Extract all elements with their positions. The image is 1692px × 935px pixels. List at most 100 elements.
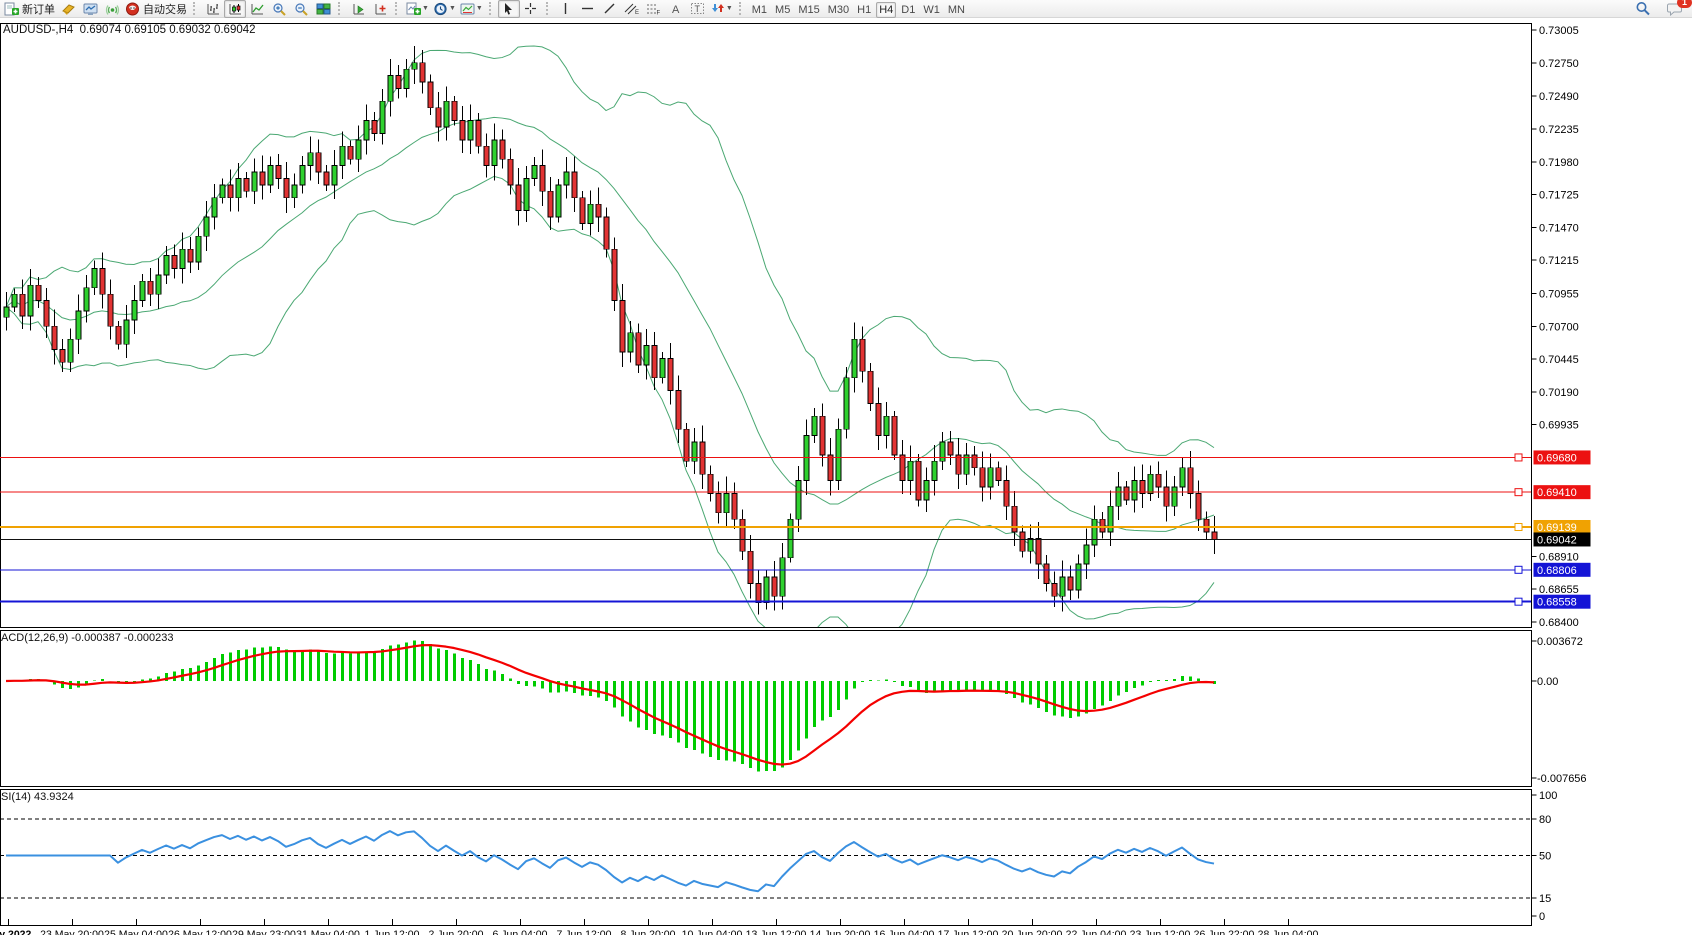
hline-label: 0.69139 bbox=[1537, 522, 1577, 534]
timeframe-button-m5[interactable]: M5 bbox=[772, 2, 793, 18]
candle-body bbox=[292, 185, 297, 198]
candle-body bbox=[988, 468, 993, 487]
timeframe-button-h1[interactable]: H1 bbox=[854, 2, 874, 18]
time-label: 13 Jun 12:00 bbox=[746, 929, 807, 935]
price-tick-label: 0.72235 bbox=[1539, 124, 1579, 136]
bar-chart-button[interactable] bbox=[202, 0, 224, 18]
rsi-scale-label: 100 bbox=[1539, 790, 1557, 802]
notifications-button[interactable]: 1 bbox=[1664, 0, 1686, 18]
zoom-out-button[interactable] bbox=[290, 0, 312, 18]
candle-body bbox=[196, 236, 201, 262]
dropdown-arrow-icon: ▼ bbox=[476, 5, 483, 12]
profiles-button[interactable]: ▼ bbox=[431, 0, 458, 18]
timeframe-button-d1[interactable]: D1 bbox=[898, 2, 918, 18]
candle-body bbox=[844, 378, 849, 429]
chart-canvas[interactable]: 0.730050.727500.724900.722350.719800.717… bbox=[0, 0, 1692, 935]
candle-body bbox=[508, 159, 513, 185]
zoom-in-button[interactable] bbox=[268, 0, 290, 18]
candle-body bbox=[772, 577, 777, 596]
candle-body bbox=[132, 301, 137, 320]
candle-body bbox=[884, 416, 889, 435]
trendline-tool-button[interactable] bbox=[599, 0, 621, 18]
candle-body bbox=[572, 172, 577, 198]
text-label-tool-button[interactable]: T bbox=[687, 0, 709, 18]
timeframe-button-m1[interactable]: M1 bbox=[749, 2, 770, 18]
timeframe-button-h4[interactable]: H4 bbox=[876, 2, 896, 18]
hline-handle[interactable] bbox=[1515, 489, 1522, 496]
price-tick-label: 0.73005 bbox=[1539, 25, 1579, 37]
search-button[interactable] bbox=[1632, 0, 1654, 18]
candle-body bbox=[860, 339, 865, 371]
rsi-scale-label: 50 bbox=[1539, 851, 1551, 863]
chart-settings-button[interactable]: ▼ bbox=[458, 0, 485, 18]
time-label: 17 Jun 12:00 bbox=[938, 929, 999, 935]
timeframe-button-m15[interactable]: M15 bbox=[795, 2, 822, 18]
tile-windows-icon bbox=[316, 2, 331, 16]
candle-body bbox=[124, 320, 129, 344]
vertical-line-tool-button[interactable] bbox=[555, 0, 577, 18]
arrows-tool-button[interactable]: ▼ bbox=[709, 0, 735, 18]
candle-body bbox=[1212, 532, 1217, 539]
candle-body bbox=[52, 326, 57, 349]
time-label: 23 Jun 12:00 bbox=[1130, 929, 1191, 935]
timeframe-button-m30[interactable]: M30 bbox=[825, 2, 852, 18]
candle-body bbox=[396, 76, 401, 89]
crosshair-tool-button[interactable] bbox=[520, 0, 542, 18]
candle-body bbox=[436, 108, 441, 127]
candle-body bbox=[1180, 468, 1185, 487]
zoom-out-icon bbox=[294, 2, 309, 16]
candle-body bbox=[404, 69, 409, 88]
candle-body bbox=[348, 146, 353, 159]
candle-body bbox=[324, 172, 329, 185]
toolbar-grip bbox=[193, 2, 197, 15]
timeframe-button-w1[interactable]: W1 bbox=[920, 2, 943, 18]
market-watch-button[interactable] bbox=[79, 0, 101, 18]
fibonacci-icon: F bbox=[646, 2, 661, 15]
timeframe-button-mn[interactable]: MN bbox=[945, 2, 968, 18]
signals-button[interactable] bbox=[101, 0, 123, 18]
candle-body bbox=[868, 371, 873, 403]
candle-body bbox=[804, 436, 809, 481]
horizontal-line-tool-button[interactable] bbox=[577, 0, 599, 18]
candle-body bbox=[420, 63, 425, 82]
indicator-list-button[interactable] bbox=[369, 0, 391, 18]
candle-body bbox=[108, 294, 113, 326]
fibonacci-tool-button[interactable]: F bbox=[643, 0, 665, 18]
macd-scale-label: 0.003672 bbox=[1537, 636, 1583, 648]
metaeditor-button[interactable] bbox=[57, 0, 79, 18]
candle-body bbox=[876, 403, 881, 435]
candle-body bbox=[12, 294, 17, 307]
time-label: 28 Jun 04:00 bbox=[1258, 929, 1319, 935]
time-label: 7 Jun 12:00 bbox=[557, 929, 612, 935]
price-tick-label: 0.71725 bbox=[1539, 190, 1579, 202]
cursor-tool-button[interactable] bbox=[498, 0, 520, 18]
new-order-button[interactable]: 新订单 bbox=[2, 0, 57, 18]
candle-body bbox=[532, 166, 537, 179]
candle-body bbox=[460, 121, 465, 140]
new-chart-button[interactable]: ▼ bbox=[404, 0, 431, 18]
candle-body bbox=[580, 198, 585, 224]
candle-body bbox=[236, 178, 241, 197]
profiles-clock-icon bbox=[433, 2, 448, 16]
hline-handle[interactable] bbox=[1515, 523, 1522, 530]
hline-handle[interactable] bbox=[1515, 566, 1522, 573]
candle-body bbox=[1156, 474, 1161, 487]
candle-body bbox=[900, 455, 905, 481]
candle-body bbox=[44, 301, 49, 327]
new-chart-icon bbox=[406, 2, 421, 16]
candle-body bbox=[284, 178, 289, 197]
hline-handle[interactable] bbox=[1515, 454, 1522, 461]
candle-body bbox=[1124, 487, 1129, 500]
candle-body bbox=[204, 217, 209, 236]
channel-tool-button[interactable]: E bbox=[621, 0, 643, 18]
candlestick-chart-button[interactable] bbox=[224, 0, 246, 18]
autotrading-button[interactable]: 自动交易 bbox=[123, 0, 189, 18]
hline-handle[interactable] bbox=[1515, 598, 1522, 605]
dropdown-arrow-icon: ▼ bbox=[422, 5, 429, 12]
indicators-button[interactable] bbox=[347, 0, 369, 18]
tile-windows-button[interactable] bbox=[312, 0, 334, 18]
text-tool-button[interactable]: A bbox=[665, 0, 687, 18]
candle-body bbox=[340, 146, 345, 165]
price-tick-label: 0.68400 bbox=[1539, 617, 1579, 629]
line-chart-button[interactable] bbox=[246, 0, 268, 18]
